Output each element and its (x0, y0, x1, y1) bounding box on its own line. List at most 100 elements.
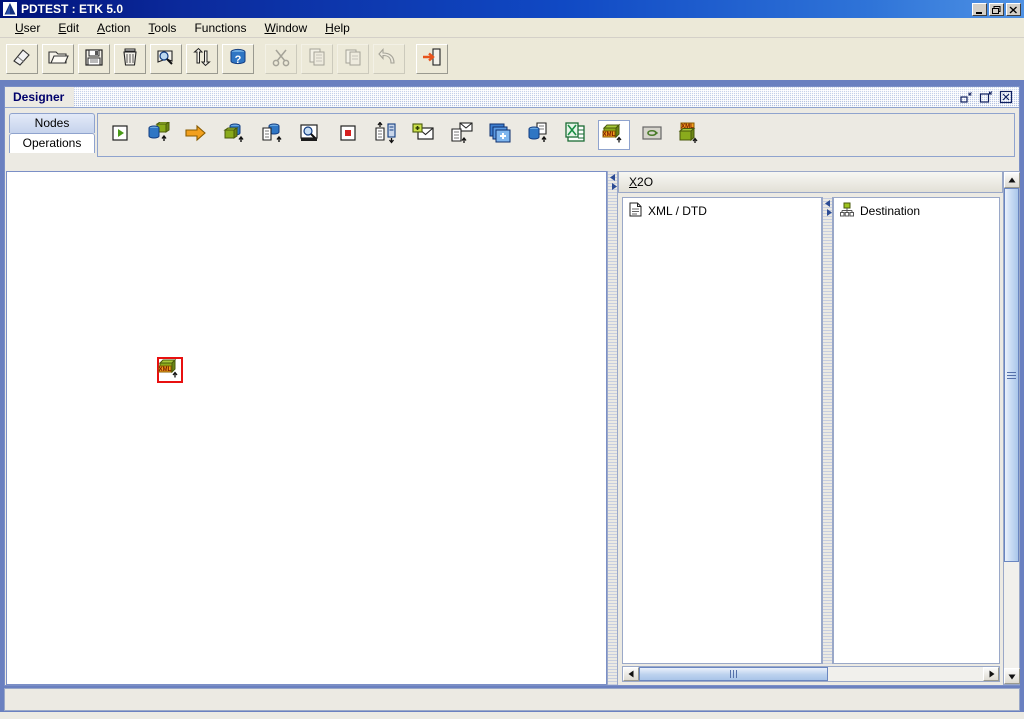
tree-panes-splitter[interactable] (822, 197, 833, 664)
svg-text:XML: XML (159, 367, 172, 373)
designer-maximize-button[interactable] (979, 90, 993, 104)
mail-plus-icon (412, 122, 436, 148)
cut-button[interactable] (265, 44, 297, 74)
refresh-button[interactable] (186, 44, 218, 74)
window-titlebar: PDTEST : ETK 5.0 (0, 0, 1024, 18)
statusbar (4, 688, 1020, 711)
vscroll-down-arrow[interactable] (1004, 668, 1020, 684)
design-canvas[interactable]: XML (6, 171, 607, 685)
xml-top-node-button[interactable]: XML (674, 120, 706, 150)
search-button[interactable] (150, 44, 182, 74)
exit-button[interactable] (416, 44, 448, 74)
designer-header: Designer (5, 87, 1019, 108)
excel-node-button[interactable] (560, 120, 592, 150)
menu-functions[interactable]: Functions (185, 19, 255, 37)
vscroll-track[interactable] (1004, 188, 1019, 668)
stop-node-button[interactable] (332, 120, 364, 150)
designer-workarea: XML X2O XML / DTD Destination (6, 171, 1020, 685)
orange-arrow-icon (184, 123, 208, 148)
window-controls (972, 2, 1024, 16)
link-node-button[interactable] (636, 120, 668, 150)
xml-dtd-tree-pane[interactable]: XML / DTD (622, 197, 822, 664)
document-database-node-button[interactable] (256, 120, 288, 150)
canvas-panel-splitter[interactable] (607, 171, 618, 685)
gray-link-icon (640, 123, 664, 148)
tab-operations[interactable]: Operations (9, 133, 95, 153)
designer-title: Designer (5, 87, 75, 107)
play-triangle-icon (109, 123, 131, 148)
copy-button[interactable] (301, 44, 333, 74)
hscroll-track[interactable] (639, 667, 983, 681)
document-database-icon (260, 122, 284, 149)
hscroll-thumb[interactable] (639, 667, 829, 681)
menu-help[interactable]: Help (316, 19, 359, 37)
x2o-panel-header: X2O (618, 171, 1003, 193)
splitter-collapse-arrows-icon[interactable] (609, 173, 618, 198)
designer-vertical-scrollbar[interactable] (1003, 171, 1020, 685)
hscroll-left-arrow[interactable] (623, 667, 639, 681)
paste-clipboard-icon (342, 47, 364, 72)
close-button[interactable] (1006, 2, 1021, 16)
help-database-button[interactable]: ? (222, 44, 254, 74)
hscroll-right-arrow[interactable] (983, 667, 999, 681)
hscroll-grip-icon (729, 670, 738, 678)
designer-toolbar: XML XML (97, 113, 1015, 157)
scissors-icon (270, 47, 292, 72)
svg-text:XML: XML (603, 132, 616, 138)
tree-item-label: Destination (860, 204, 921, 218)
paste-button[interactable] (337, 44, 369, 74)
inspect-node-button[interactable] (294, 120, 326, 150)
menu-edit[interactable]: Edit (49, 19, 88, 37)
open-button[interactable] (42, 44, 74, 74)
tree-item-xml-dtd[interactable]: XML / DTD (623, 198, 821, 224)
copy-stack-node-button[interactable] (484, 120, 516, 150)
xml-node[interactable]: XML (157, 357, 183, 383)
document-mail-node-button[interactable] (446, 120, 478, 150)
xml-node-button[interactable]: XML (598, 120, 630, 150)
vscroll-up-arrow[interactable] (1004, 172, 1020, 188)
menu-tools[interactable]: Tools (139, 19, 185, 37)
menu-user[interactable]: User (6, 19, 49, 37)
save-button[interactable] (78, 44, 110, 74)
xml-top-box-icon: XML (678, 122, 702, 149)
splitter-collapse-arrows-icon[interactable] (824, 199, 833, 224)
tab-nodes[interactable]: Nodes (9, 113, 95, 133)
undo-button[interactable] (373, 44, 405, 74)
database-document-node-button[interactable] (522, 120, 554, 150)
document-transfer-node-button[interactable] (370, 120, 402, 150)
restore-button[interactable] (989, 2, 1004, 16)
x2o-panel-title: X2O (629, 175, 654, 189)
new-mail-node-button[interactable] (408, 120, 440, 150)
tree-item-label: XML / DTD (648, 204, 707, 218)
database-document-icon (526, 121, 550, 149)
database-question-icon: ? (227, 47, 249, 72)
designer-minimize-button[interactable] (959, 90, 973, 104)
menu-window[interactable]: Window (255, 19, 316, 37)
exit-door-arrow-icon (421, 47, 443, 72)
window-title: PDTEST : ETK 5.0 (21, 2, 124, 16)
delete-button[interactable] (114, 44, 146, 74)
minimize-button[interactable] (972, 2, 987, 16)
floppy-save-icon (83, 47, 105, 72)
start-node-button[interactable] (104, 120, 136, 150)
x2o-horizontal-scrollbar[interactable] (622, 666, 1000, 682)
vscroll-thumb[interactable] (1004, 188, 1019, 563)
new-button[interactable] (6, 44, 38, 74)
menu-action[interactable]: Action (88, 19, 139, 37)
transition-button[interactable] (180, 120, 212, 150)
box-database-node-button[interactable] (218, 120, 250, 150)
svg-text:?: ? (235, 54, 242, 66)
tree-item-destination[interactable]: Destination (834, 198, 999, 224)
eraser-icon (11, 47, 33, 72)
database-box-icon (146, 120, 171, 149)
designer-window-controls (959, 90, 1019, 104)
xml-green-box-icon: XML (602, 122, 626, 149)
main-toolbar: ? (0, 38, 1024, 82)
magnifier-screen-icon (298, 123, 322, 148)
designer-close-button[interactable] (999, 90, 1013, 104)
vscroll-grip-icon (1007, 371, 1016, 380)
database-node-button[interactable] (142, 120, 174, 150)
destination-tree-pane[interactable]: Destination (833, 197, 1000, 664)
copy-pages-icon (306, 47, 328, 72)
etk-triangle-logo-icon (3, 2, 17, 16)
